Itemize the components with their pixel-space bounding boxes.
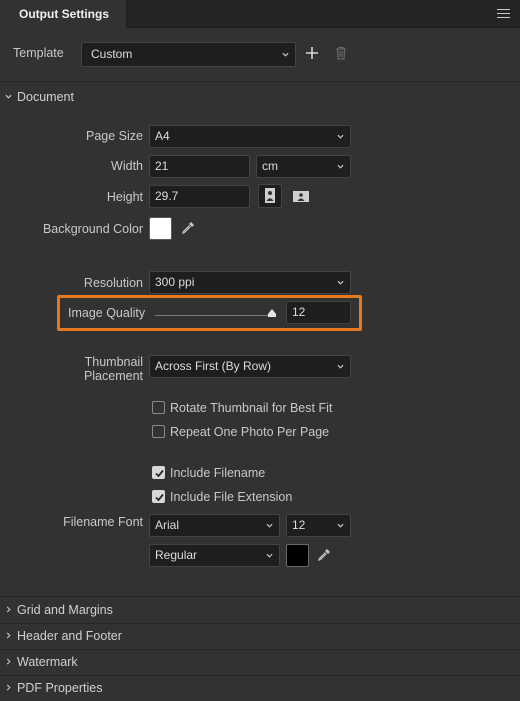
image-quality-slider-track[interactable] bbox=[155, 315, 275, 316]
section-title: Header and Footer bbox=[17, 629, 122, 643]
template-value: Custom bbox=[91, 47, 133, 61]
resolution-select[interactable]: 300 ppi bbox=[149, 271, 351, 294]
checkmark-icon bbox=[154, 492, 165, 503]
image-quality-slider-thumb[interactable] bbox=[267, 308, 277, 318]
width-unit-value: cm bbox=[262, 159, 278, 173]
page-size-label: Page Size bbox=[86, 129, 143, 143]
filename-font-label: Filename Font bbox=[63, 515, 143, 529]
include-extension-label: Include File Extension bbox=[170, 490, 293, 504]
chevron-right-icon bbox=[5, 658, 12, 665]
include-extension-checkbox[interactable] bbox=[152, 490, 165, 503]
section-grid-margins-header[interactable]: Grid and Margins bbox=[0, 597, 520, 623]
resolution-value: 300 ppi bbox=[155, 275, 195, 289]
rotate-thumbnail-label: Rotate Thumbnail for Best Fit bbox=[170, 401, 333, 415]
font-family-select[interactable]: Arial bbox=[149, 514, 280, 537]
tab-output-settings[interactable]: Output Settings bbox=[0, 0, 127, 28]
font-size-value: 12 bbox=[292, 518, 306, 532]
thumbnail-placement-select[interactable]: Across First (By Row) bbox=[149, 355, 351, 378]
trash-icon[interactable] bbox=[335, 46, 347, 60]
panel-titlebar: Output Settings bbox=[0, 0, 520, 28]
chevron-down-icon bbox=[337, 363, 344, 370]
landscape-icon[interactable] bbox=[291, 187, 311, 205]
thumbnail-placement-label: Thumbnail Placement bbox=[0, 355, 143, 383]
page-size-select[interactable]: A4 bbox=[149, 125, 351, 148]
background-color-label: Background Color bbox=[42, 222, 143, 236]
chevron-down-icon bbox=[337, 522, 344, 529]
section-title: Document bbox=[17, 90, 74, 104]
section-watermark-header[interactable]: Watermark bbox=[0, 649, 520, 675]
chevron-down-icon bbox=[337, 279, 344, 286]
chevron-right-icon bbox=[5, 606, 12, 613]
template-label: Template bbox=[13, 46, 64, 60]
background-color-swatch[interactable] bbox=[149, 217, 172, 240]
menu-icon[interactable] bbox=[497, 9, 510, 18]
eyedropper-icon[interactable] bbox=[316, 547, 332, 563]
include-filename-label: Include Filename bbox=[170, 466, 266, 480]
include-filename-checkbox[interactable] bbox=[152, 466, 165, 479]
repeat-photo-label: Repeat One Photo Per Page bbox=[170, 425, 330, 439]
section-title: PDF Properties bbox=[17, 681, 103, 695]
tab-title: Output Settings bbox=[19, 7, 109, 21]
chevron-right-icon bbox=[5, 632, 12, 639]
section-title: Grid and Margins bbox=[17, 603, 113, 617]
section-header-footer-header[interactable]: Header and Footer bbox=[0, 623, 520, 649]
width-input[interactable]: 21 bbox=[149, 155, 250, 178]
repeat-photo-checkbox[interactable] bbox=[152, 425, 165, 438]
plus-icon[interactable] bbox=[305, 46, 319, 60]
font-family-value: Arial bbox=[155, 518, 180, 532]
width-unit-select[interactable]: cm bbox=[256, 155, 351, 178]
section-document-header[interactable]: Document bbox=[0, 84, 520, 110]
resolution-label: Resolution bbox=[83, 276, 143, 290]
chevron-down-icon bbox=[337, 163, 344, 170]
template-select[interactable]: Custom bbox=[81, 42, 296, 67]
height-label: Height bbox=[106, 190, 143, 204]
section-pdf-properties-header[interactable]: PDF Properties bbox=[0, 675, 520, 701]
chevron-down-icon bbox=[266, 552, 273, 559]
eyedropper-icon[interactable] bbox=[180, 220, 196, 236]
image-quality-label: Image Quality bbox=[68, 306, 146, 320]
rotate-thumbnail-checkbox[interactable] bbox=[152, 401, 165, 414]
width-label: Width bbox=[111, 159, 143, 173]
thumbnail-placement-label-line1: Thumbnail bbox=[84, 355, 143, 369]
checkmark-icon bbox=[154, 468, 165, 479]
font-style-value: Regular bbox=[155, 548, 198, 562]
chevron-right-icon bbox=[5, 684, 12, 691]
portrait-icon bbox=[265, 188, 275, 203]
height-input[interactable]: 29.7 bbox=[149, 185, 250, 208]
thumbnail-placement-label-line2: Placement bbox=[83, 369, 143, 383]
chevron-down-icon bbox=[266, 522, 273, 529]
portrait-orientation-button[interactable] bbox=[258, 184, 282, 208]
font-size-select[interactable]: 12 bbox=[286, 514, 351, 537]
divider bbox=[0, 81, 520, 82]
font-style-select[interactable]: Regular bbox=[149, 544, 280, 567]
image-quality-input[interactable]: 12 bbox=[286, 301, 351, 324]
page-size-value: A4 bbox=[155, 129, 170, 143]
thumbnail-placement-value: Across First (By Row) bbox=[155, 359, 272, 373]
chevron-down-icon bbox=[282, 51, 289, 58]
chevron-down-icon bbox=[5, 93, 12, 100]
font-color-swatch[interactable] bbox=[286, 544, 309, 567]
section-title: Watermark bbox=[17, 655, 78, 669]
chevron-down-icon bbox=[337, 133, 344, 140]
